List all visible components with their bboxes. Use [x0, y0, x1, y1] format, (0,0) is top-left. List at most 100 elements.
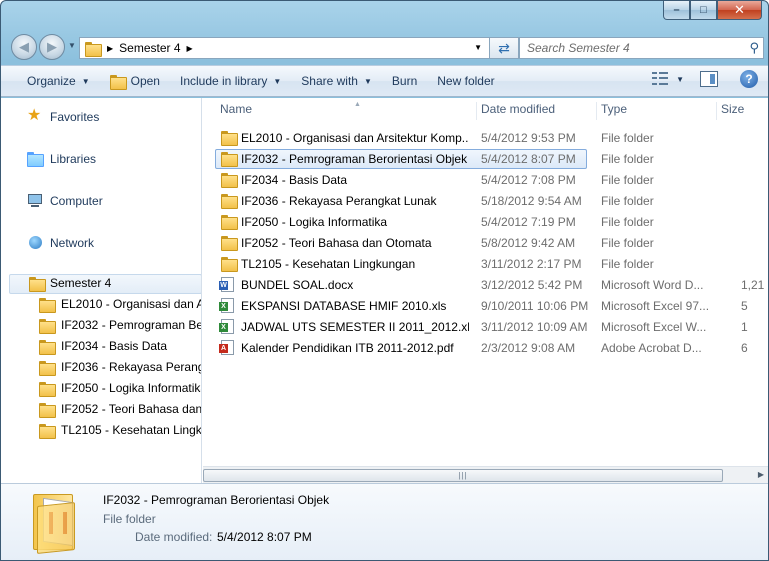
- change-view-icon[interactable]: [652, 72, 669, 86]
- nav-computer[interactable]: Computer: [27, 193, 103, 209]
- include-in-library-button[interactable]: Include in library ▼: [170, 69, 291, 93]
- file-date: 5/4/2012 9:53 PM: [481, 131, 576, 145]
- word-icon: W: [219, 277, 234, 292]
- table-row[interactable]: IF2036 - Rekayasa Perangkat Lunak 5/18/2…: [215, 191, 768, 211]
- excel-icon: X: [219, 298, 234, 313]
- search-input[interactable]: [527, 41, 737, 55]
- column-header-type[interactable]: Type: [596, 102, 716, 120]
- folder-icon: [39, 339, 56, 355]
- table-row[interactable]: X JADWAL UTS SEMESTER II 2011_2012.xlsx …: [215, 317, 768, 337]
- library-icon: [27, 151, 45, 167]
- file-name: IF2050 - Logika Informatika: [241, 215, 388, 229]
- file-name: Kalender Pendidikan ITB 2011-2012.pdf: [241, 341, 454, 355]
- share-with-button[interactable]: Share with ▼: [291, 69, 382, 93]
- tree-item[interactable]: IF2050 - Logika Informatika: [39, 381, 202, 397]
- folder-icon: [85, 41, 102, 57]
- details-date-label: Date modified:: [135, 530, 213, 544]
- file-type: Adobe Acrobat D...: [601, 341, 702, 355]
- tree-item[interactable]: IF2034 - Basis Data: [39, 339, 168, 355]
- caption-buttons: – □ ✕: [663, 1, 762, 20]
- navigation-row: ◀ ▶ ▼ ▶ Semester 4 ▶ ▼ ⇄ ⚲: [9, 33, 764, 61]
- navigation-pane[interactable]: ★ Favorites Libraries Computer Network S…: [1, 98, 202, 483]
- view-options-chevron-icon[interactable]: ▼: [676, 75, 684, 84]
- burn-button[interactable]: Burn: [382, 69, 427, 93]
- organize-button[interactable]: Organize ▼: [17, 69, 100, 93]
- tree-item-label: IF2034 - Basis Data: [61, 339, 168, 353]
- table-row[interactable]: X EKSPANSI DATABASE HMIF 2010.xls 9/10/2…: [215, 296, 768, 316]
- chevron-down-icon: ▼: [81, 76, 90, 86]
- column-name-label: Name: [220, 102, 253, 116]
- nav-libraries[interactable]: Libraries: [27, 151, 96, 167]
- tree-item[interactable]: IF2052 - Teori Bahasa dan Otomata: [39, 402, 201, 418]
- table-row[interactable]: IF2050 - Logika Informatika 5/4/2012 7:1…: [215, 212, 768, 232]
- nav-network[interactable]: Network: [27, 235, 94, 251]
- explorer-window: – □ ✕ ◀ ▶ ▼ ▶ Semester 4 ▶ ▼ ⇄ ⚲ Organiz…: [0, 0, 769, 561]
- horizontal-scrollbar[interactable]: ||| ▶: [203, 466, 768, 483]
- file-list-pane[interactable]: ▲ Name Date modified Type Size EL2010 - …: [203, 98, 768, 483]
- folder-icon: [221, 130, 238, 146]
- scrollbar-thumb[interactable]: |||: [203, 469, 723, 482]
- search-icon[interactable]: ⚲: [749, 40, 759, 56]
- file-size: 6: [741, 341, 748, 355]
- column-header-date[interactable]: Date modified: [476, 102, 596, 120]
- star-icon: ★: [27, 107, 42, 124]
- column-size-label: Size: [721, 102, 745, 116]
- file-type: Microsoft Word D...: [601, 278, 704, 292]
- open-button[interactable]: Open: [100, 69, 170, 93]
- scroll-right-arrow-icon[interactable]: ▶: [758, 470, 764, 479]
- minimize-button[interactable]: –: [663, 1, 690, 20]
- maximize-button[interactable]: □: [690, 1, 717, 20]
- tree-item[interactable]: IF2036 - Rekayasa Perangkat Lunak: [39, 360, 201, 376]
- nav-favorites[interactable]: ★ Favorites: [27, 107, 99, 125]
- folder-icon: [39, 297, 56, 313]
- details-name: IF2032 - Pemrograman Berorientasi Objek: [103, 493, 330, 507]
- file-size: 1: [741, 320, 748, 334]
- forward-arrow-icon: ▶: [47, 39, 57, 54]
- search-box[interactable]: ⚲: [519, 37, 764, 59]
- back-arrow-icon: ◀: [19, 39, 29, 54]
- refresh-button[interactable]: ⇄: [489, 37, 519, 59]
- file-date: 5/8/2012 9:42 AM: [481, 236, 576, 250]
- help-icon[interactable]: ?: [740, 70, 758, 88]
- chevron-right-icon[interactable]: ▶: [107, 44, 113, 53]
- breadcrumb-semester-4[interactable]: Semester 4: [119, 38, 180, 58]
- file-name: EKSPANSI DATABASE HMIF 2010.xls: [241, 299, 447, 313]
- preview-pane-icon[interactable]: [700, 71, 718, 87]
- tree-item-label: IF2050 - Logika Informatika: [61, 381, 202, 395]
- file-name: IF2032 - Pemrograman Berorientasi Objek: [241, 152, 468, 166]
- chevron-right-icon[interactable]: ▶: [187, 44, 193, 53]
- folder-icon: [221, 214, 238, 230]
- file-type: File folder: [601, 257, 654, 271]
- table-row-selected[interactable]: IF2032 - Pemrograman Berorientasi Objek …: [215, 149, 654, 169]
- back-button[interactable]: ◀: [11, 34, 37, 60]
- folder-icon: [39, 402, 56, 418]
- tree-item[interactable]: TL2105 - Kesehatan Lingkungan: [39, 423, 201, 439]
- address-bar[interactable]: ▶ Semester 4 ▶ ▼: [79, 37, 519, 59]
- table-row[interactable]: IF2052 - Teori Bahasa dan Otomata 5/8/20…: [215, 233, 768, 253]
- folder-icon: [39, 318, 56, 334]
- new-folder-button[interactable]: New folder: [427, 69, 504, 93]
- forward-button[interactable]: ▶: [39, 34, 65, 60]
- folder-icon: [221, 235, 238, 251]
- column-header-size[interactable]: Size: [716, 102, 768, 120]
- table-row[interactable]: TL2105 - Kesehatan Lingkungan 3/11/2012 …: [215, 254, 768, 274]
- table-row[interactable]: IF2034 - Basis Data 5/4/2012 7:08 PM Fil…: [215, 170, 768, 190]
- table-row[interactable]: A Kalender Pendidikan ITB 2011-2012.pdf …: [215, 338, 768, 358]
- file-date: 3/12/2012 5:42 PM: [481, 278, 583, 292]
- share-label: Share with: [301, 74, 358, 88]
- view-controls: ▼ ?: [652, 70, 758, 88]
- network-icon: [27, 235, 45, 251]
- recent-pages-dropdown[interactable]: ▼: [68, 41, 76, 50]
- address-dropdown-icon[interactable]: ▼: [474, 43, 482, 52]
- folder-icon: [221, 256, 238, 272]
- column-header-name[interactable]: ▲ Name: [216, 101, 476, 120]
- tree-item[interactable]: IF2032 - Pemrograman Berorientasi Objek: [39, 318, 201, 334]
- file-name: EL2010 - Organisasi dan Arsitektur Komp.…: [241, 131, 469, 145]
- close-button[interactable]: ✕: [717, 1, 762, 20]
- details-date-value: 5/4/2012 8:07 PM: [217, 530, 312, 544]
- table-row[interactable]: W BUNDEL SOAL.docx 3/12/2012 5:42 PM Mic…: [215, 275, 768, 295]
- file-date: 9/10/2011 10:06 PM: [481, 299, 589, 313]
- table-row[interactable]: EL2010 - Organisasi dan Arsitektur Komp.…: [215, 128, 768, 148]
- nav-semester-4[interactable]: Semester 4: [29, 276, 111, 292]
- tree-item[interactable]: EL2010 - Organisasi dan Arsitektur Kompu…: [39, 297, 201, 313]
